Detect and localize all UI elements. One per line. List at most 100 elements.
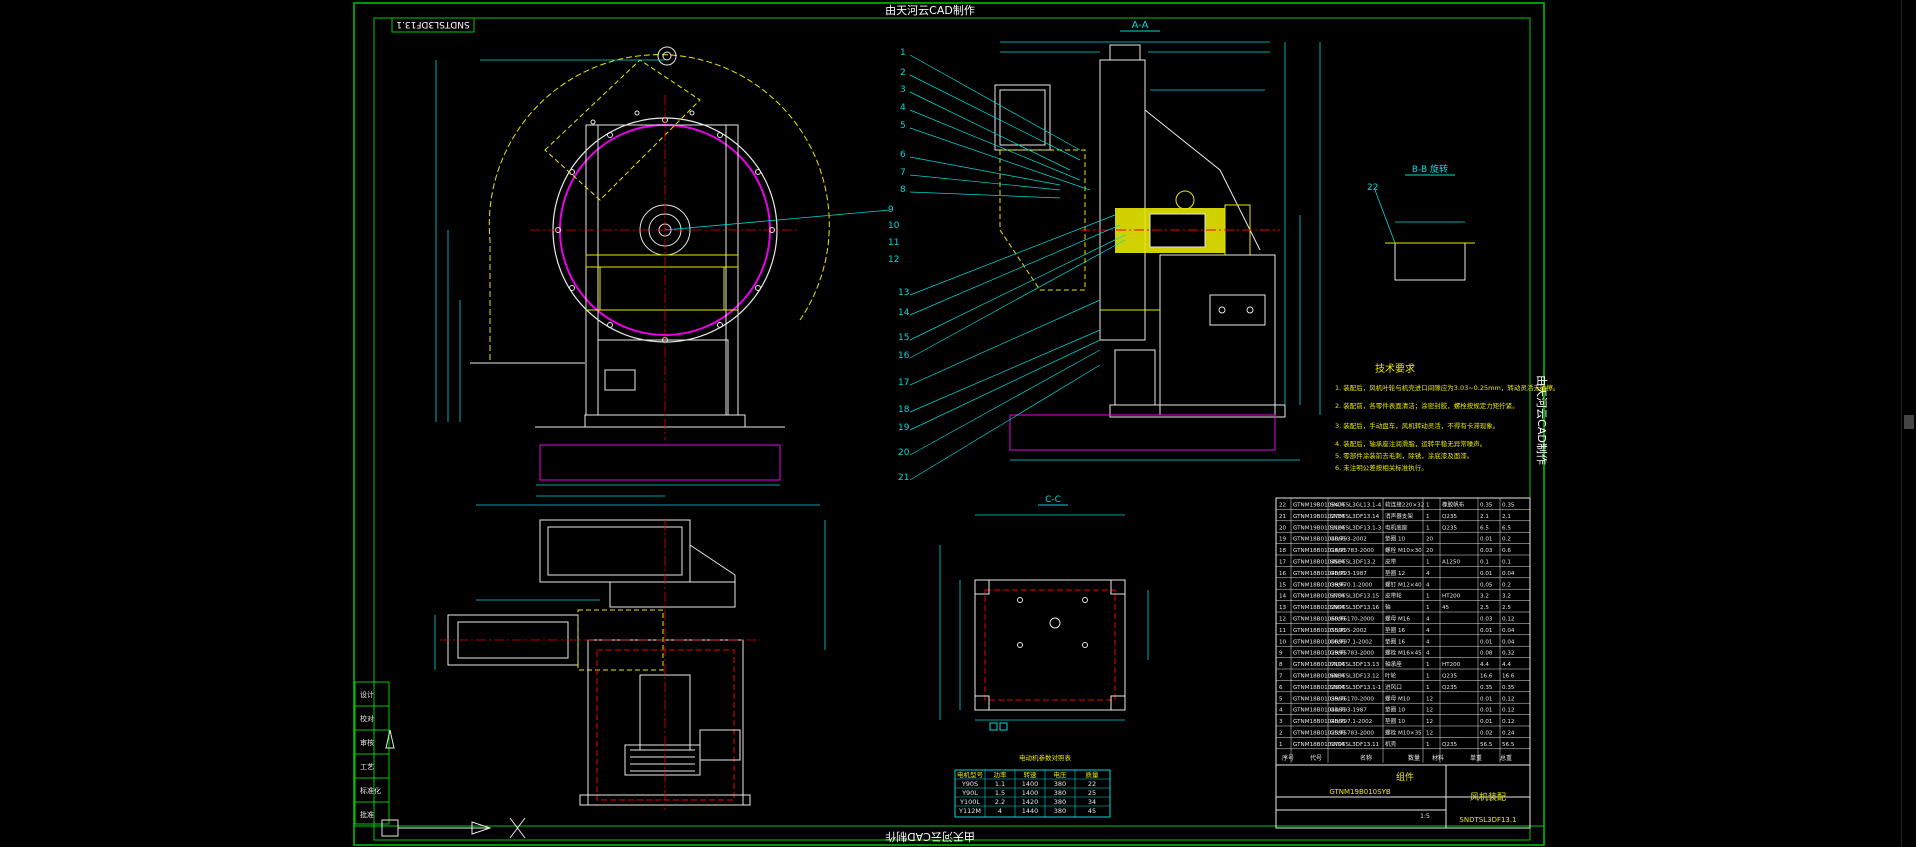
bom-cell: 进风口 xyxy=(1385,683,1402,691)
bom-cell: 2.1 xyxy=(1502,514,1511,520)
motor-table-cell: 22 xyxy=(1088,780,1096,788)
bom-cell: GB/T70.1-2000 xyxy=(1330,582,1373,588)
bom-cell: 0.35 xyxy=(1480,503,1493,509)
bom-cell: A1250 xyxy=(1442,560,1461,566)
bom-cell: 19 xyxy=(1279,537,1287,543)
motor-table-cell: 1400 xyxy=(1022,780,1039,788)
bom-cell: 螺栓 M10×35 xyxy=(1385,729,1422,737)
bom-cell: 0.12 xyxy=(1502,617,1514,623)
bom-cell: 0.01 xyxy=(1480,571,1493,577)
bom-cell: 6.5 xyxy=(1502,525,1511,531)
bom-cell: 1 xyxy=(1426,605,1430,611)
callout-1: 1 xyxy=(900,48,906,58)
bom-cell: 15 xyxy=(1279,582,1287,588)
bom-cell: 1 xyxy=(1426,525,1430,531)
bom-cell: 12 xyxy=(1426,719,1433,725)
bom-cell: 垫圈 12 xyxy=(1385,569,1405,577)
section-bb-view: B-B 旋转 xyxy=(1374,163,1475,281)
bom-cell: 56.5 xyxy=(1480,742,1493,748)
strip-0: 设计 xyxy=(360,690,374,699)
mt-h0: 电机型号 xyxy=(957,770,984,779)
bom-cell: SNDTSL3GL13.1-4 xyxy=(1330,503,1382,509)
motor-table-cell: 4 xyxy=(998,807,1002,815)
bom-cell: 18 xyxy=(1279,548,1287,554)
bom-cell: Q235 xyxy=(1442,514,1458,520)
callout-6: 6 xyxy=(900,150,906,160)
bom-cell: 软连接220×32 xyxy=(1385,501,1424,509)
motor-table-cell: Y90L xyxy=(961,789,978,797)
tech-req-line-4: 4. 装配后，轴承座注润滑脂，运转平稳无异常噪声。 xyxy=(1335,439,1486,448)
bom-cell: 垫圈 16 xyxy=(1385,626,1406,634)
bom-cell: 0.04 xyxy=(1502,571,1515,577)
bom-cell: 0.12 xyxy=(1502,708,1514,714)
motor-table-cell: 1440 xyxy=(1022,807,1039,815)
bom-cell: 4.4 xyxy=(1480,662,1489,668)
mt-h2: 转速 xyxy=(1024,770,1038,779)
bom-cell: 6.5 xyxy=(1480,525,1489,531)
bom-cell: GB/T97.1-2002 xyxy=(1330,639,1372,645)
motor-table-cell: Y90S xyxy=(961,780,978,788)
title-block-name: 组件 xyxy=(1396,771,1414,783)
bom-cell: GB/T5783-2000 xyxy=(1330,731,1374,737)
tech-req-line-3: 3. 装配后，手动盘车，风机转动灵活，不得有卡滞现象。 xyxy=(1335,421,1499,430)
bom-cell: Q235 xyxy=(1442,685,1458,691)
bom-table: 22 GTNM19B0105476SNDTSL3GL13.1-4 软连接220×32… xyxy=(1275,497,1531,829)
motor-table-cell: 380 xyxy=(1054,780,1066,788)
bom-cell: 3.2 xyxy=(1480,594,1489,600)
bom-cell: 0.01 xyxy=(1480,719,1493,725)
bom-cell: 0.01 xyxy=(1480,639,1493,645)
callout-8: 8 xyxy=(900,185,906,195)
motor-table-cell: Y112M xyxy=(958,807,981,815)
watermark-bottom: 由天河云CAD制作 xyxy=(885,830,975,844)
callout-15: 15 xyxy=(898,333,909,343)
bom-cell: 22 xyxy=(1279,503,1286,509)
callout-13: 13 xyxy=(898,288,909,298)
view-label-cc: C-C xyxy=(1045,495,1061,505)
bom-cell: 0.01 xyxy=(1480,628,1493,634)
bom-cell: 皮带轮 xyxy=(1385,592,1402,600)
bom-cell: SNDTSL3DF13.1-1 xyxy=(1330,685,1382,691)
bom-cell: 3.2 xyxy=(1502,594,1511,600)
vertical-scrollbar[interactable] xyxy=(1901,0,1916,847)
bom-cell: 11 xyxy=(1279,628,1287,634)
motor-table-cell: 1.5 xyxy=(995,789,1005,797)
mt-h1: 功率 xyxy=(994,770,1008,779)
bom-cell: 20 xyxy=(1279,525,1287,531)
bom-cell: Q235 xyxy=(1442,674,1458,680)
bom-cell: 螺母 M10 xyxy=(1385,694,1410,702)
callout-22: 22 xyxy=(1367,183,1378,193)
bom-cell: 0.04 xyxy=(1502,639,1515,645)
callout-21: 21 xyxy=(898,473,909,483)
bom-cell: 机壳 xyxy=(1385,740,1397,748)
bom-cell: HT200 xyxy=(1442,662,1461,668)
bom-cell: 4 xyxy=(1426,628,1430,634)
bom-cell: 5 xyxy=(1279,696,1283,702)
callout-10: 10 xyxy=(888,221,900,231)
bom-cell: 1 xyxy=(1426,674,1430,680)
bom-cell: 0.05 xyxy=(1480,582,1493,588)
bom-cell: 20 xyxy=(1426,537,1434,543)
bom-cell: 1 xyxy=(1426,560,1430,566)
bom-cell: 0.01 xyxy=(1480,537,1493,543)
bom-cell: GB/T95-2002 xyxy=(1330,628,1367,634)
strip-5: 批准 xyxy=(360,810,374,819)
scrollbar-thumb[interactable] xyxy=(1904,415,1914,429)
bom-cell: 4 xyxy=(1426,639,1430,645)
bom-cell: 螺栓 M10×30 xyxy=(1385,546,1422,554)
view-label-bb: B-B 旋转 xyxy=(1412,163,1448,175)
bom-cell: SNDTSL3DF13.12 xyxy=(1330,674,1379,680)
bom-header-6: 总重 xyxy=(1500,754,1512,762)
bom-header-5: 单重 xyxy=(1470,754,1482,762)
watermark-top: 由天河云CAD制作 xyxy=(885,3,975,17)
bom-cell: GB/T6170-2000 xyxy=(1330,696,1374,702)
bom-cell: 螺钉 M12×40 xyxy=(1385,580,1422,588)
bom-cell: 0.03 xyxy=(1480,617,1493,623)
bom-cell: 1 xyxy=(1426,742,1430,748)
bom-header-2: 名称 xyxy=(1360,754,1372,762)
bom-cell: 0.02 xyxy=(1480,731,1492,737)
motor-table: 电动机参数对照表 电机型号 功率 转速 电压 质量 Y90S 1.1 1400 380… xyxy=(954,753,1111,818)
bom-cell: 消声器支架 xyxy=(1385,512,1413,520)
bom-cell: 0.35 xyxy=(1502,685,1515,691)
bom-cell: 20 xyxy=(1426,548,1434,554)
motor-table-title: 电动机参数对照表 xyxy=(1019,753,1072,762)
